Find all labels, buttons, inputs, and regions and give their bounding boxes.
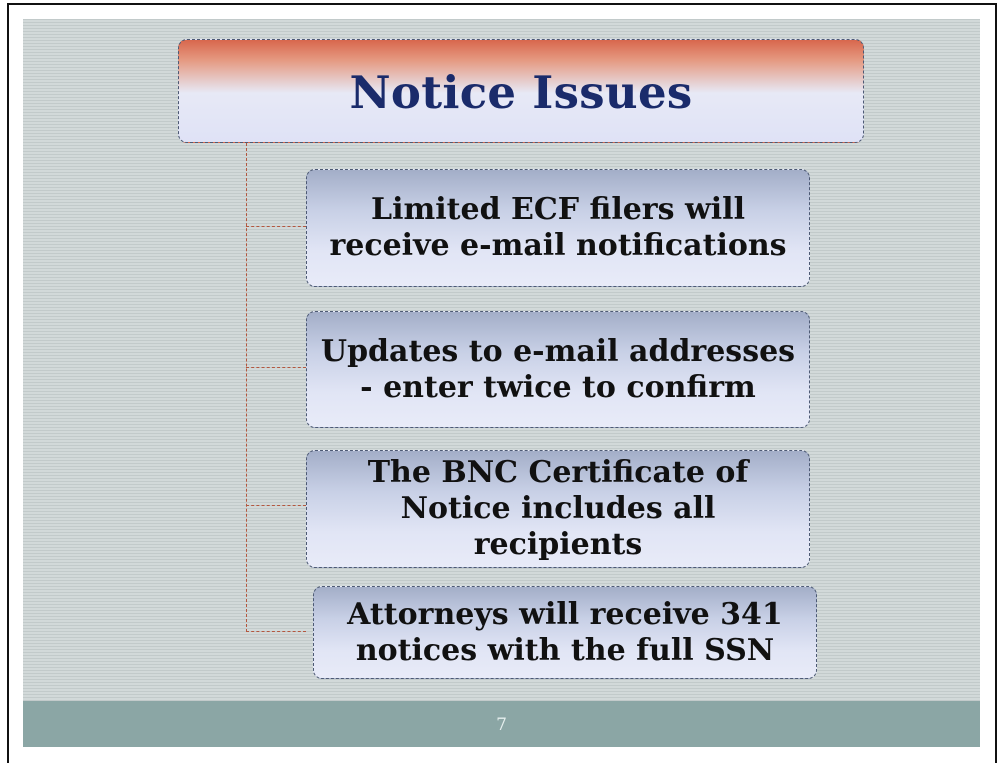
connector-branch-2 xyxy=(246,367,306,368)
connector-branch-3 xyxy=(246,505,306,506)
slide-title: Notice Issues xyxy=(349,65,693,119)
notice-item-3-line-1: The BNC Certificate of xyxy=(367,455,749,490)
notice-item-2: Updates to e-mail addresses - enter twic… xyxy=(306,311,810,428)
notice-item-4-line-1: Attorneys will receive 341 xyxy=(347,596,783,632)
notice-item-4-line-2: notices with the full SSN xyxy=(355,632,775,668)
notice-item-3: The BNC Certificate of Notice includes a… xyxy=(306,450,810,568)
notice-item-2-text: Updates to e-mail addresses - enter twic… xyxy=(321,334,795,406)
notice-item-1-line-2: receive e-mail notifications xyxy=(329,228,787,263)
notice-item-3-line-3: recipients xyxy=(473,527,643,562)
notice-item-3-line-2: Notice includes all xyxy=(400,491,716,526)
notice-item-4-text: Attorneys will receive 341 notices with … xyxy=(347,597,783,669)
notice-item-2-line-2: - enter twice to confirm xyxy=(360,369,756,405)
connector-vertical xyxy=(246,143,247,632)
slide: Notice Issues Limited ECF filers will re… xyxy=(23,19,980,747)
title-box: Notice Issues xyxy=(178,39,864,143)
connector-branch-4 xyxy=(246,631,306,632)
notice-item-2-line-1: Updates to e-mail addresses xyxy=(320,333,796,369)
page-number: 7 xyxy=(496,715,507,735)
notice-item-1: Limited ECF filers will receive e-mail n… xyxy=(306,169,810,287)
notice-item-4: Attorneys will receive 341 notices with … xyxy=(313,586,817,679)
connector-branch-1 xyxy=(246,226,306,227)
notice-item-1-line-1: Limited ECF filers will xyxy=(371,192,745,227)
notice-item-3-text: The BNC Certificate of Notice includes a… xyxy=(368,455,749,563)
notice-item-1-text: Limited ECF filers will receive e-mail n… xyxy=(329,192,786,264)
footer-bar: 7 xyxy=(23,701,980,747)
